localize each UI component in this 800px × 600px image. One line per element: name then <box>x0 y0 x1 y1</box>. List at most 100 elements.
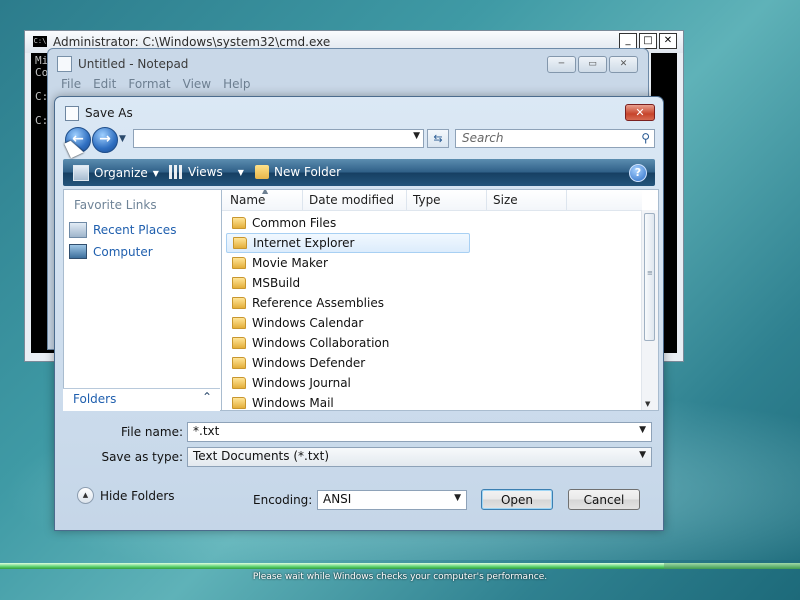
file-name: MSBuild <box>252 276 301 290</box>
dialog-close-button[interactable]: ✕ <box>625 104 655 121</box>
notepad-minimize-button[interactable]: ─ <box>547 56 576 73</box>
column-divider[interactable] <box>302 190 303 210</box>
notepad-title: Untitled - Notepad <box>78 57 189 71</box>
grip-icon: ≡ <box>647 269 653 277</box>
list-item[interactable]: MSBuild <box>226 273 470 293</box>
address-bar[interactable]: ▼ <box>133 129 424 148</box>
file-list-scrollbar[interactable]: ≡ ▼ <box>641 210 658 410</box>
folder-icon <box>232 337 246 349</box>
file-name: Common Files <box>252 216 337 230</box>
cmd-close-button[interactable]: ✕ <box>659 33 677 49</box>
folder-icon <box>232 317 246 329</box>
file-name: Windows Mail <box>252 396 334 410</box>
chevron-down-icon[interactable]: ▼ <box>639 450 646 460</box>
new-folder-button[interactable]: New Folder <box>255 165 341 179</box>
column-header-size[interactable]: Size <box>493 193 518 207</box>
column-header-type[interactable]: Type <box>413 193 441 207</box>
list-item[interactable]: Movie Maker <box>226 253 470 273</box>
refresh-button[interactable]: ⇆ <box>427 129 449 148</box>
menu-view[interactable]: View <box>183 77 211 91</box>
encoding-select[interactable]: ANSI ▼ <box>317 490 467 510</box>
open-button[interactable]: Open <box>481 489 553 510</box>
folder-icon <box>232 217 246 229</box>
file-name: Windows Collaboration <box>252 336 390 350</box>
notepad-close-button[interactable]: ✕ <box>609 56 638 73</box>
folder-icon <box>232 257 246 269</box>
search-icon[interactable]: ⚲ <box>641 131 650 145</box>
console-line: Mi <box>35 55 47 67</box>
save-as-dialog[interactable]: Save As ✕ ← → ▼ ▼ ⇆ Search ⚲ Organize ▼ <box>54 96 664 531</box>
console-line: C: <box>35 91 47 103</box>
views-label: Views <box>188 165 223 179</box>
save-as-type-select[interactable]: Text Documents (*.txt) ▼ <box>187 447 652 467</box>
chevron-down-icon[interactable]: ▼ <box>639 425 646 435</box>
menu-file[interactable]: File <box>61 77 81 91</box>
column-divider[interactable] <box>406 190 407 210</box>
chevron-down-icon[interactable]: ▼ <box>413 131 420 141</box>
folder-icon <box>232 397 246 409</box>
chevron-down-icon: ▼ <box>119 134 126 144</box>
list-item[interactable]: Reference Assemblies <box>226 293 470 313</box>
organize-button[interactable]: Organize ▼ <box>73 165 159 181</box>
help-icon[interactable]: ? <box>629 164 647 182</box>
notepad-menubar: File Edit Format View Help <box>54 77 250 91</box>
menu-edit[interactable]: Edit <box>93 77 116 91</box>
folder-icon <box>232 277 246 289</box>
console-line: Co <box>35 67 47 79</box>
file-name-value: *.txt <box>193 424 220 438</box>
cmd-minimize-button[interactable]: _ <box>619 33 637 49</box>
file-name: Windows Journal <box>252 376 351 390</box>
list-item[interactable]: Windows Journal <box>226 373 470 393</box>
chevron-down-icon: ▼ <box>237 167 244 177</box>
cancel-button[interactable]: Cancel <box>568 489 640 510</box>
column-divider[interactable] <box>566 190 567 210</box>
dialog-icon <box>65 106 79 121</box>
search-input[interactable]: Search ⚲ <box>455 129 655 148</box>
forward-button[interactable]: → <box>92 127 118 153</box>
list-item[interactable]: Common Files <box>226 213 470 233</box>
chevron-down-icon[interactable]: ▼ <box>454 493 461 503</box>
file-name: Movie Maker <box>252 256 328 270</box>
scrollbar-thumb[interactable]: ≡ <box>644 213 655 341</box>
file-list[interactable]: ▲ Name Date modified Type Size Common Fi… <box>221 189 659 411</box>
views-button[interactable]: Views ▼ <box>169 165 244 179</box>
notepad-icon <box>57 56 72 72</box>
file-name-field[interactable]: *.txt ▼ <box>187 422 652 442</box>
list-item[interactable]: Windows Defender <box>226 353 470 373</box>
list-item-selected[interactable]: Internet Explorer <box>226 233 470 253</box>
column-headers: ▲ Name Date modified Type Size <box>222 190 642 211</box>
favorite-link-recent-places[interactable]: Recent Places <box>69 222 176 238</box>
save-as-type-value: Text Documents (*.txt) <box>193 449 330 463</box>
encoding-label: Encoding: <box>253 493 313 507</box>
favorite-link-label: Recent Places <box>93 223 177 237</box>
cmd-maximize-button[interactable]: □ <box>639 33 657 49</box>
list-item[interactable]: Windows Collaboration <box>226 333 470 353</box>
column-header-name[interactable]: Name <box>230 193 265 207</box>
organize-icon <box>73 165 89 181</box>
save-options: File name: *.txt ▼ Save as type: Text Do… <box>63 415 655 523</box>
notepad-maximize-button[interactable]: ▭ <box>578 56 607 73</box>
notepad-titlebar[interactable]: Untitled - Notepad ─ ▭ ✕ <box>48 49 648 77</box>
favorite-links-heading: Favorite Links <box>74 198 157 212</box>
folder-icon <box>232 357 246 369</box>
folders-toggle[interactable]: Folders ⌃ <box>63 388 220 411</box>
menu-format[interactable]: Format <box>128 77 170 91</box>
encoding-value: ANSI <box>323 492 352 506</box>
command-toolbar: Organize ▼ Views ▼ New Folder ? <box>63 159 655 186</box>
favorite-link-computer[interactable]: Computer <box>69 244 153 259</box>
scroll-down-icon[interactable]: ▼ <box>645 400 650 408</box>
progress-fill <box>0 563 664 569</box>
file-name: Windows Defender <box>252 356 366 370</box>
column-header-date-modified[interactable]: Date modified <box>309 193 394 207</box>
column-divider[interactable] <box>486 190 487 210</box>
hide-folders-button[interactable]: ▲ Hide Folders <box>77 487 175 504</box>
recent-pages-dropdown[interactable]: ▼ <box>119 134 126 144</box>
chevron-down-icon: ▼ <box>152 168 159 178</box>
list-item[interactable]: Windows Calendar <box>226 313 470 333</box>
chevron-up-icon: ▲ <box>77 487 94 504</box>
arrow-right-icon: → <box>99 131 111 147</box>
list-item[interactable]: Windows Mail <box>226 393 470 410</box>
menu-help[interactable]: Help <box>223 77 250 91</box>
dialog-titlebar[interactable]: Save As ✕ <box>55 97 663 127</box>
